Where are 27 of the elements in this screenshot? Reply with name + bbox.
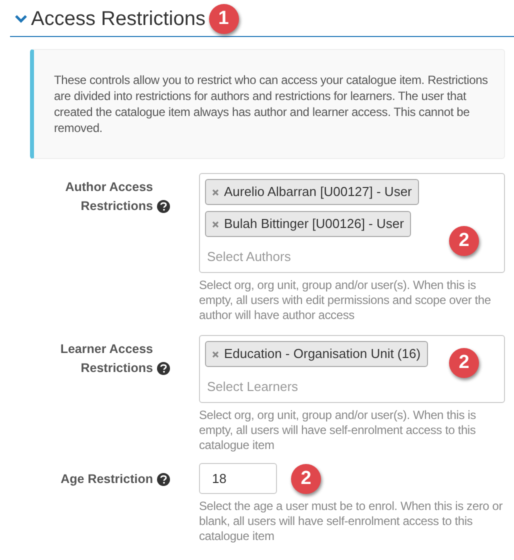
field-label: Author Access Restrictions: [64, 179, 153, 215]
help-icon[interactable]: [157, 362, 170, 375]
callout-badge: 2: [449, 348, 479, 378]
multiselect-field[interactable]: Education - Organisation Unit (16) Select Learners 2: [199, 335, 505, 403]
remove-icon[interactable]: [212, 350, 219, 358]
hint-text: Select the age a user must be to enrol. When this is zero or blank, all users will have self-enrolment access to this catalogue item: [199, 499, 504, 544]
remove-icon[interactable]: [212, 220, 219, 228]
hint-text: Select org, org unit, group and/or user(s). When this is empty, all users will have self-enrolment access to this catalogue item: [199, 408, 477, 453]
info-text: These controls allow you to restrict who can access your catalogue item. Restrictions are divided into restrictions for authors and restrictions for learners. The user that created the catalogue item always has author and learner access. This cannot be removed.: [30, 49, 505, 159]
callout-badge: 1: [208, 4, 238, 34]
multiselect-field[interactable]: Aurelio Albarran [U00127] - User Bulah Bittinger [U00126] - User Select Authors 2: [199, 173, 505, 273]
callout-badge: 2: [291, 464, 321, 494]
help-icon[interactable]: [157, 473, 170, 486]
tag-label: Aurelio Albarran [U00127] - User: [224, 184, 412, 200]
section-title[interactable]: Access Restrictions: [31, 8, 206, 30]
tag-label: Bulah Bittinger [U00126] - User: [224, 216, 404, 232]
hint-text: Select org, org unit, group and/or user(s). When this is empty, all users with edit permissions and scope over the author will have author access: [199, 278, 492, 323]
placeholder-text: Select Authors: [206, 248, 291, 266]
remove-icon[interactable]: [212, 188, 219, 196]
tag-label: Education - Organisation Unit (16): [224, 346, 421, 362]
age-input[interactable]: 18: [199, 463, 277, 494]
callout-badge: 2: [449, 226, 479, 256]
chevron-down-icon[interactable]: [14, 14, 28, 24]
placeholder-text: Select Learners: [206, 378, 298, 396]
field-label: Age Restriction: [60, 471, 153, 488]
field-label: Learner Access Restrictions: [59, 341, 153, 377]
help-icon[interactable]: [157, 200, 170, 213]
